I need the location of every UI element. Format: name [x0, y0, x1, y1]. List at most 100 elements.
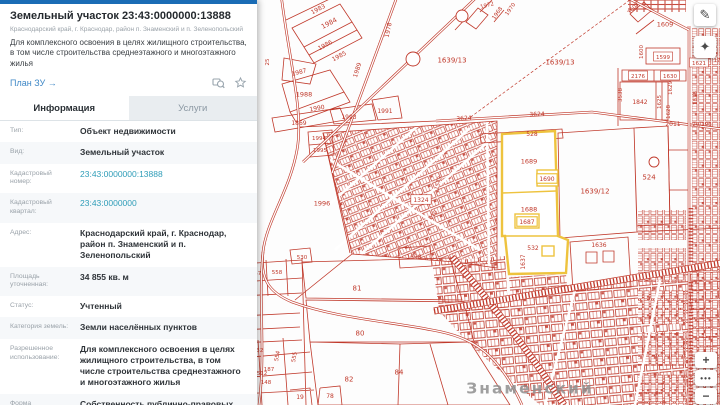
info-row-value[interactable]: 23:43:0000000: [78, 193, 257, 223]
info-row-value: Земельный участок: [80, 147, 165, 158]
svg-text:1636: 1636: [591, 242, 606, 249]
parcel-label: 148: [261, 380, 272, 386]
svg-text:1625: 1625: [657, 95, 663, 109]
parcel-label: 1324: [410, 194, 432, 205]
svg-text:1842: 1842: [632, 99, 647, 106]
svg-text:1970: 1970: [504, 2, 517, 17]
info-row-value[interactable]: 23:43:0000000:13888: [78, 164, 257, 194]
info-row-label: Адрес:: [10, 228, 32, 236]
parcel-label: 1599: [653, 51, 673, 62]
info-row: Категория земель: Земли населённых пункто…: [0, 317, 257, 339]
parcel-label: 1639/13: [545, 59, 574, 67]
parcel-label: 84: [395, 369, 404, 377]
zoom-in-button[interactable]: +: [695, 352, 717, 368]
svg-text:17: 17: [714, 58, 720, 64]
parcel-label: 1630: [660, 70, 680, 81]
plan-zu-link[interactable]: План ЗУ →: [10, 78, 57, 88]
svg-text:82: 82: [345, 376, 354, 384]
info-rows: Тип: Объект недвижимости Вид: Земельный уча…: [0, 121, 257, 405]
measure-tool-button[interactable]: ✎: [694, 4, 716, 26]
svg-text:1638: 1638: [406, 254, 421, 261]
parcel-label: 2011: [665, 121, 680, 128]
parcel-label: 1688: [521, 205, 538, 213]
svg-text:1983: 1983: [310, 3, 327, 16]
svg-text:1687: 1687: [519, 219, 534, 226]
parcel-label: 1629: [668, 81, 674, 95]
parcel-permitted-use-summary: Для комплексного освоения в целях жилищн…: [10, 38, 247, 68]
zoom-to-parcel-icon[interactable]: [212, 76, 225, 89]
info-row-label: Вид:: [10, 148, 25, 156]
info-row: Кадастровый номер: 23:43:0000000:13888: [0, 164, 257, 194]
svg-text:1599: 1599: [656, 55, 670, 61]
parcel-label: 1991: [377, 108, 392, 115]
parcel-label: 1689: [521, 157, 538, 165]
svg-text:2176: 2176: [631, 74, 645, 80]
parcel-label: 1636: [591, 242, 606, 249]
info-row-label: Форма собственности:: [10, 399, 32, 405]
parcel-label: 1638: [406, 254, 421, 261]
svg-text:1689: 1689: [521, 157, 538, 165]
parcel-label: 3624: [529, 111, 545, 119]
svg-text:1993: 1993: [341, 114, 356, 121]
info-row-value: 34 855 кв. м: [80, 271, 129, 282]
parcel-label: 1637: [520, 254, 527, 269]
svg-text:1628: 1628: [666, 105, 672, 119]
parcel-label: 1995: [313, 148, 327, 154]
parcel-label: 1993: [341, 114, 356, 121]
parcel-label: 20/196: [692, 122, 712, 128]
parcel-label: 1600: [639, 45, 645, 59]
tab-information[interactable]: Информация: [0, 96, 129, 121]
svg-text:1996: 1996: [314, 199, 331, 207]
svg-text:1991: 1991: [377, 108, 392, 115]
svg-text:1968: 1968: [491, 6, 504, 21]
favorite-star-icon[interactable]: [234, 76, 247, 89]
svg-text:148: 148: [261, 380, 272, 386]
parcel-label: 2176: [628, 70, 648, 81]
info-row-value: Объект недвижимости: [80, 126, 176, 137]
parcel-label: 1983: [310, 3, 327, 16]
svg-text:1838: 1838: [693, 91, 699, 105]
svg-text:1688: 1688: [521, 205, 538, 213]
info-row: Тип: Объект недвижимости: [0, 121, 257, 142]
parcel-label: 25: [265, 58, 271, 65]
svg-text:80: 80: [356, 330, 365, 338]
svg-text:20/196: 20/196: [692, 122, 712, 128]
svg-text:528: 528: [526, 131, 538, 138]
parcel-label: 1994: [312, 136, 326, 142]
parcel-label: 555: [291, 351, 299, 363]
parcel-label: 78: [326, 393, 334, 400]
info-row-label: Кадастровый квартал:: [10, 199, 52, 216]
svg-text:1639/13: 1639/13: [437, 57, 466, 65]
info-row-value: Краснодарский край, г. Краснодар, район …: [80, 227, 227, 261]
parcel-label: 187: [264, 367, 275, 373]
zoom-level-button[interactable]: •••: [695, 370, 717, 386]
link-row-icons: [212, 76, 247, 89]
svg-text:1978: 1978: [384, 22, 394, 39]
parcel-label: 1978: [384, 22, 394, 39]
svg-text:554: 554: [274, 350, 282, 362]
info-row-label: Статус:: [10, 302, 34, 310]
info-row-value: Земли населённых пунктов: [80, 322, 197, 333]
zoom-out-button[interactable]: −: [695, 388, 717, 404]
info-row: Адрес: Краснодарский край, г. Краснодар, …: [0, 223, 257, 267]
parcel-label: 558: [272, 270, 283, 276]
parcel-label: 1842: [632, 99, 647, 106]
svg-text:3624: 3624: [456, 115, 472, 123]
panel-tabs: Информация Услуги: [0, 96, 258, 122]
info-row-value: Для комплексного освоения в целях жилищн…: [80, 343, 241, 388]
info-row: Вид: Земельный участок: [0, 142, 257, 164]
parcel-label: 1988: [296, 90, 313, 98]
parcel-label: 1639/13: [437, 57, 466, 65]
parcel-label: 1968: [491, 6, 504, 21]
svg-text:1985: 1985: [331, 50, 348, 63]
compass-tool-button[interactable]: ✦: [694, 36, 716, 58]
parcel-label: 1989: [352, 62, 363, 79]
svg-text:1639/13: 1639/13: [545, 59, 574, 67]
svg-text:25: 25: [265, 58, 271, 65]
parcel-label: 1996: [314, 199, 331, 207]
tab-services[interactable]: Услуги: [129, 96, 258, 120]
svg-text:1869: 1869: [291, 120, 306, 127]
svg-text:81: 81: [353, 285, 362, 293]
svg-text:3538: 3538: [618, 88, 624, 102]
info-row: Разрешенное использование: Для комплексно…: [0, 339, 257, 394]
